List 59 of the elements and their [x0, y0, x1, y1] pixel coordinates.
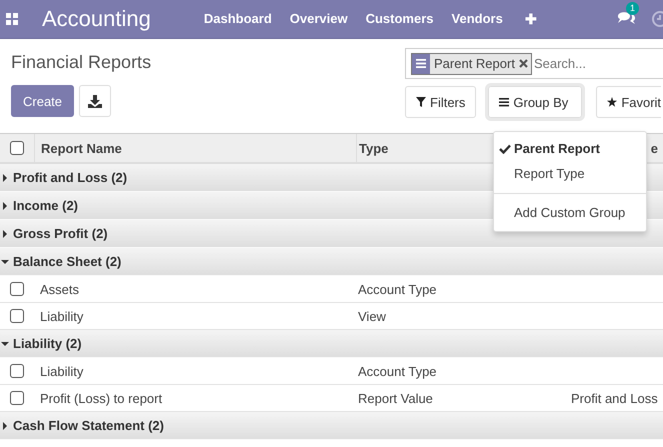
group-label: Liability (2) [13, 336, 82, 351]
column-header[interactable]: e [650, 140, 658, 156]
menu-item[interactable]: Overview [280, 11, 357, 27]
facet-label: Parent Report [434, 56, 515, 71]
table-cell: Profit and Loss [571, 390, 658, 406]
group-row[interactable]: Balance Sheet (2) [0, 248, 663, 276]
table-cell: Report Value [358, 390, 433, 406]
apps-menu-icon[interactable] [6, 13, 18, 25]
group-row[interactable]: Cash Flow Statement (2) [0, 412, 663, 440]
table-cell: Account Type [358, 282, 437, 296]
filter-icon [416, 97, 426, 107]
search-facet[interactable]: Parent Report [411, 52, 532, 74]
caret-down-icon [1, 340, 9, 348]
page-title: Financial Reports [11, 52, 152, 74]
download-icon [88, 94, 102, 108]
search-field[interactable]: Parent Report Search... [405, 48, 663, 79]
group-label: Profit and Loss (2) [13, 170, 128, 185]
list-icon [416, 59, 426, 68]
download-button[interactable] [79, 85, 112, 117]
caret-down-icon [1, 258, 9, 266]
group-label: Cash Flow Statement (2) [13, 418, 164, 433]
remove-icon[interactable] [518, 59, 528, 68]
table-cell: View [358, 308, 386, 324]
caret-right-icon [1, 202, 9, 210]
menu-icon [499, 97, 510, 107]
caret-right-icon [1, 230, 9, 238]
column-header[interactable]: Type [359, 140, 388, 156]
caret-right-icon [1, 422, 9, 430]
dropdown-item[interactable]: Parent Report [494, 136, 646, 161]
group-label: Balance Sheet (2) [13, 254, 122, 269]
table-cell: Account Type [358, 364, 437, 378]
app-title[interactable]: Accounting [42, 6, 151, 32]
checkbox[interactable] [10, 309, 24, 323]
table-cell: Liability [40, 364, 84, 378]
add-menu-button[interactable]: ✚ [516, 11, 546, 27]
message-count-badge: 1 [626, 2, 640, 15]
group-row[interactable]: Liability (2) [0, 330, 663, 358]
table-cell: Profit (Loss) to report [40, 390, 162, 406]
table-cell: Liability [40, 308, 84, 324]
caret-right-icon [1, 174, 9, 182]
dropdown-item[interactable]: Report Type [494, 161, 646, 186]
menu-item[interactable]: Customers [356, 11, 443, 27]
checkbox[interactable] [10, 391, 24, 405]
checkmark-icon [499, 144, 511, 154]
table-cell: Assets [40, 282, 80, 296]
menu-item[interactable]: Vendors [442, 11, 512, 27]
group-by-button[interactable]: Group By [488, 86, 582, 118]
group-row[interactable]: Gross Profit (2) [0, 220, 663, 248]
checkbox[interactable] [10, 282, 24, 296]
filters-button[interactable]: Filters [405, 86, 476, 118]
create-button[interactable]: Create [11, 85, 74, 117]
column-header[interactable]: Report Name [41, 140, 122, 156]
menu-item[interactable]: Dashboard [194, 11, 281, 27]
group-label: Income (2) [13, 198, 78, 213]
favorites-button[interactable]: Favorit [596, 86, 662, 118]
checkbox[interactable] [10, 141, 24, 155]
checkbox[interactable] [10, 364, 24, 378]
group-label: Gross Profit (2) [13, 226, 108, 241]
star-icon [607, 97, 618, 107]
